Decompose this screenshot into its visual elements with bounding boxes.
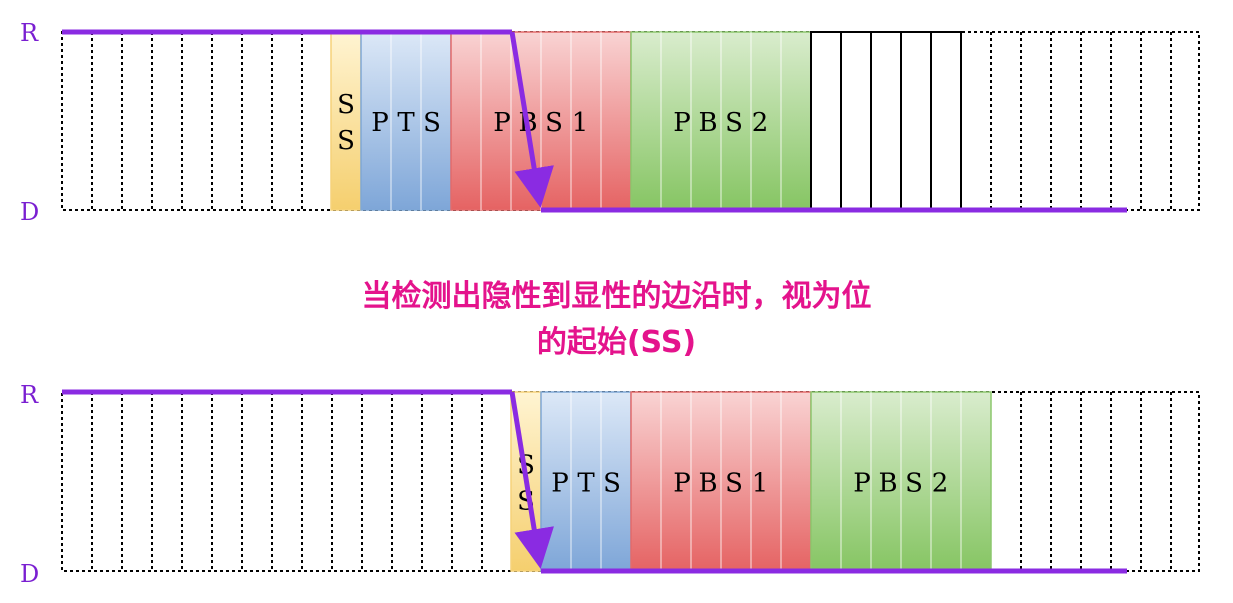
segment-ss-label-char: S	[337, 126, 355, 156]
segment-pts: PTS	[540, 391, 632, 572]
segment-pts-label-char: P	[551, 469, 569, 499]
segment-pbs1-label-char: 1	[752, 469, 769, 499]
level-label-dominant: D	[20, 198, 39, 226]
segment-pts-label-char: S	[603, 469, 621, 499]
bit-timing-after-sync: RDSSPTSPBS1PBS2	[20, 381, 1200, 588]
solid-time-quantum	[810, 31, 842, 211]
segment-pts-label-char: T	[577, 469, 595, 499]
caption-line-2: 的起始(SS)	[536, 325, 697, 360]
segment-pbs1-label-char: S	[725, 469, 743, 499]
segment-pbs2-label-char: B	[878, 469, 897, 499]
solid-time-quantum	[870, 31, 902, 211]
segment-pbs2-label-char: 2	[932, 469, 949, 499]
solid-time-quantum	[900, 31, 932, 211]
segment-pbs2-label-char: S	[725, 108, 743, 138]
segment-pbs1: PBS1	[630, 391, 812, 572]
segment-pbs2-label-char: S	[905, 469, 923, 499]
segment-pbs2-label-char: B	[698, 108, 717, 138]
sync-caption: 当检测出隐性到显性的边沿时，视为位 的起始(SS)	[0, 274, 1233, 366]
segment-pts-label-char: P	[371, 108, 389, 138]
segment-pbs1: PBS1	[450, 31, 632, 211]
segment-pts-label-char: S	[423, 108, 441, 138]
level-label-recessive: R	[20, 381, 39, 409]
caption-line-1: 当检测出隐性到显性的边沿时，视为位	[361, 279, 872, 314]
segment-pbs2-label-char: P	[673, 108, 691, 138]
segment-pbs2: PBS2	[630, 31, 812, 211]
segment-ss-box	[330, 31, 362, 211]
solid-time-quantum	[930, 31, 962, 211]
segment-pbs2-label-char: P	[853, 469, 871, 499]
solid-time-quantum	[840, 31, 872, 211]
bit-timing-before-sync: RDSSPTSPBS1PBS2	[20, 19, 1200, 226]
segment-pbs1-label-char: 1	[572, 108, 589, 138]
segment-ss-label-char: S	[337, 90, 355, 120]
segment-pts-label-char: T	[397, 108, 415, 138]
level-label-dominant: D	[20, 560, 39, 588]
level-label-recessive: R	[20, 19, 39, 47]
segment-pts: PTS	[360, 31, 452, 211]
segment-pbs1-label-char: P	[493, 108, 511, 138]
segment-pbs1-label-char: P	[673, 469, 691, 499]
segment-pbs2-label-char: 2	[752, 108, 769, 138]
segment-pbs2: PBS2	[810, 391, 992, 572]
segment-pbs1-label-char: B	[698, 469, 717, 499]
segment-pbs1-label-char: S	[545, 108, 563, 138]
segment-ss: SS	[330, 31, 362, 211]
